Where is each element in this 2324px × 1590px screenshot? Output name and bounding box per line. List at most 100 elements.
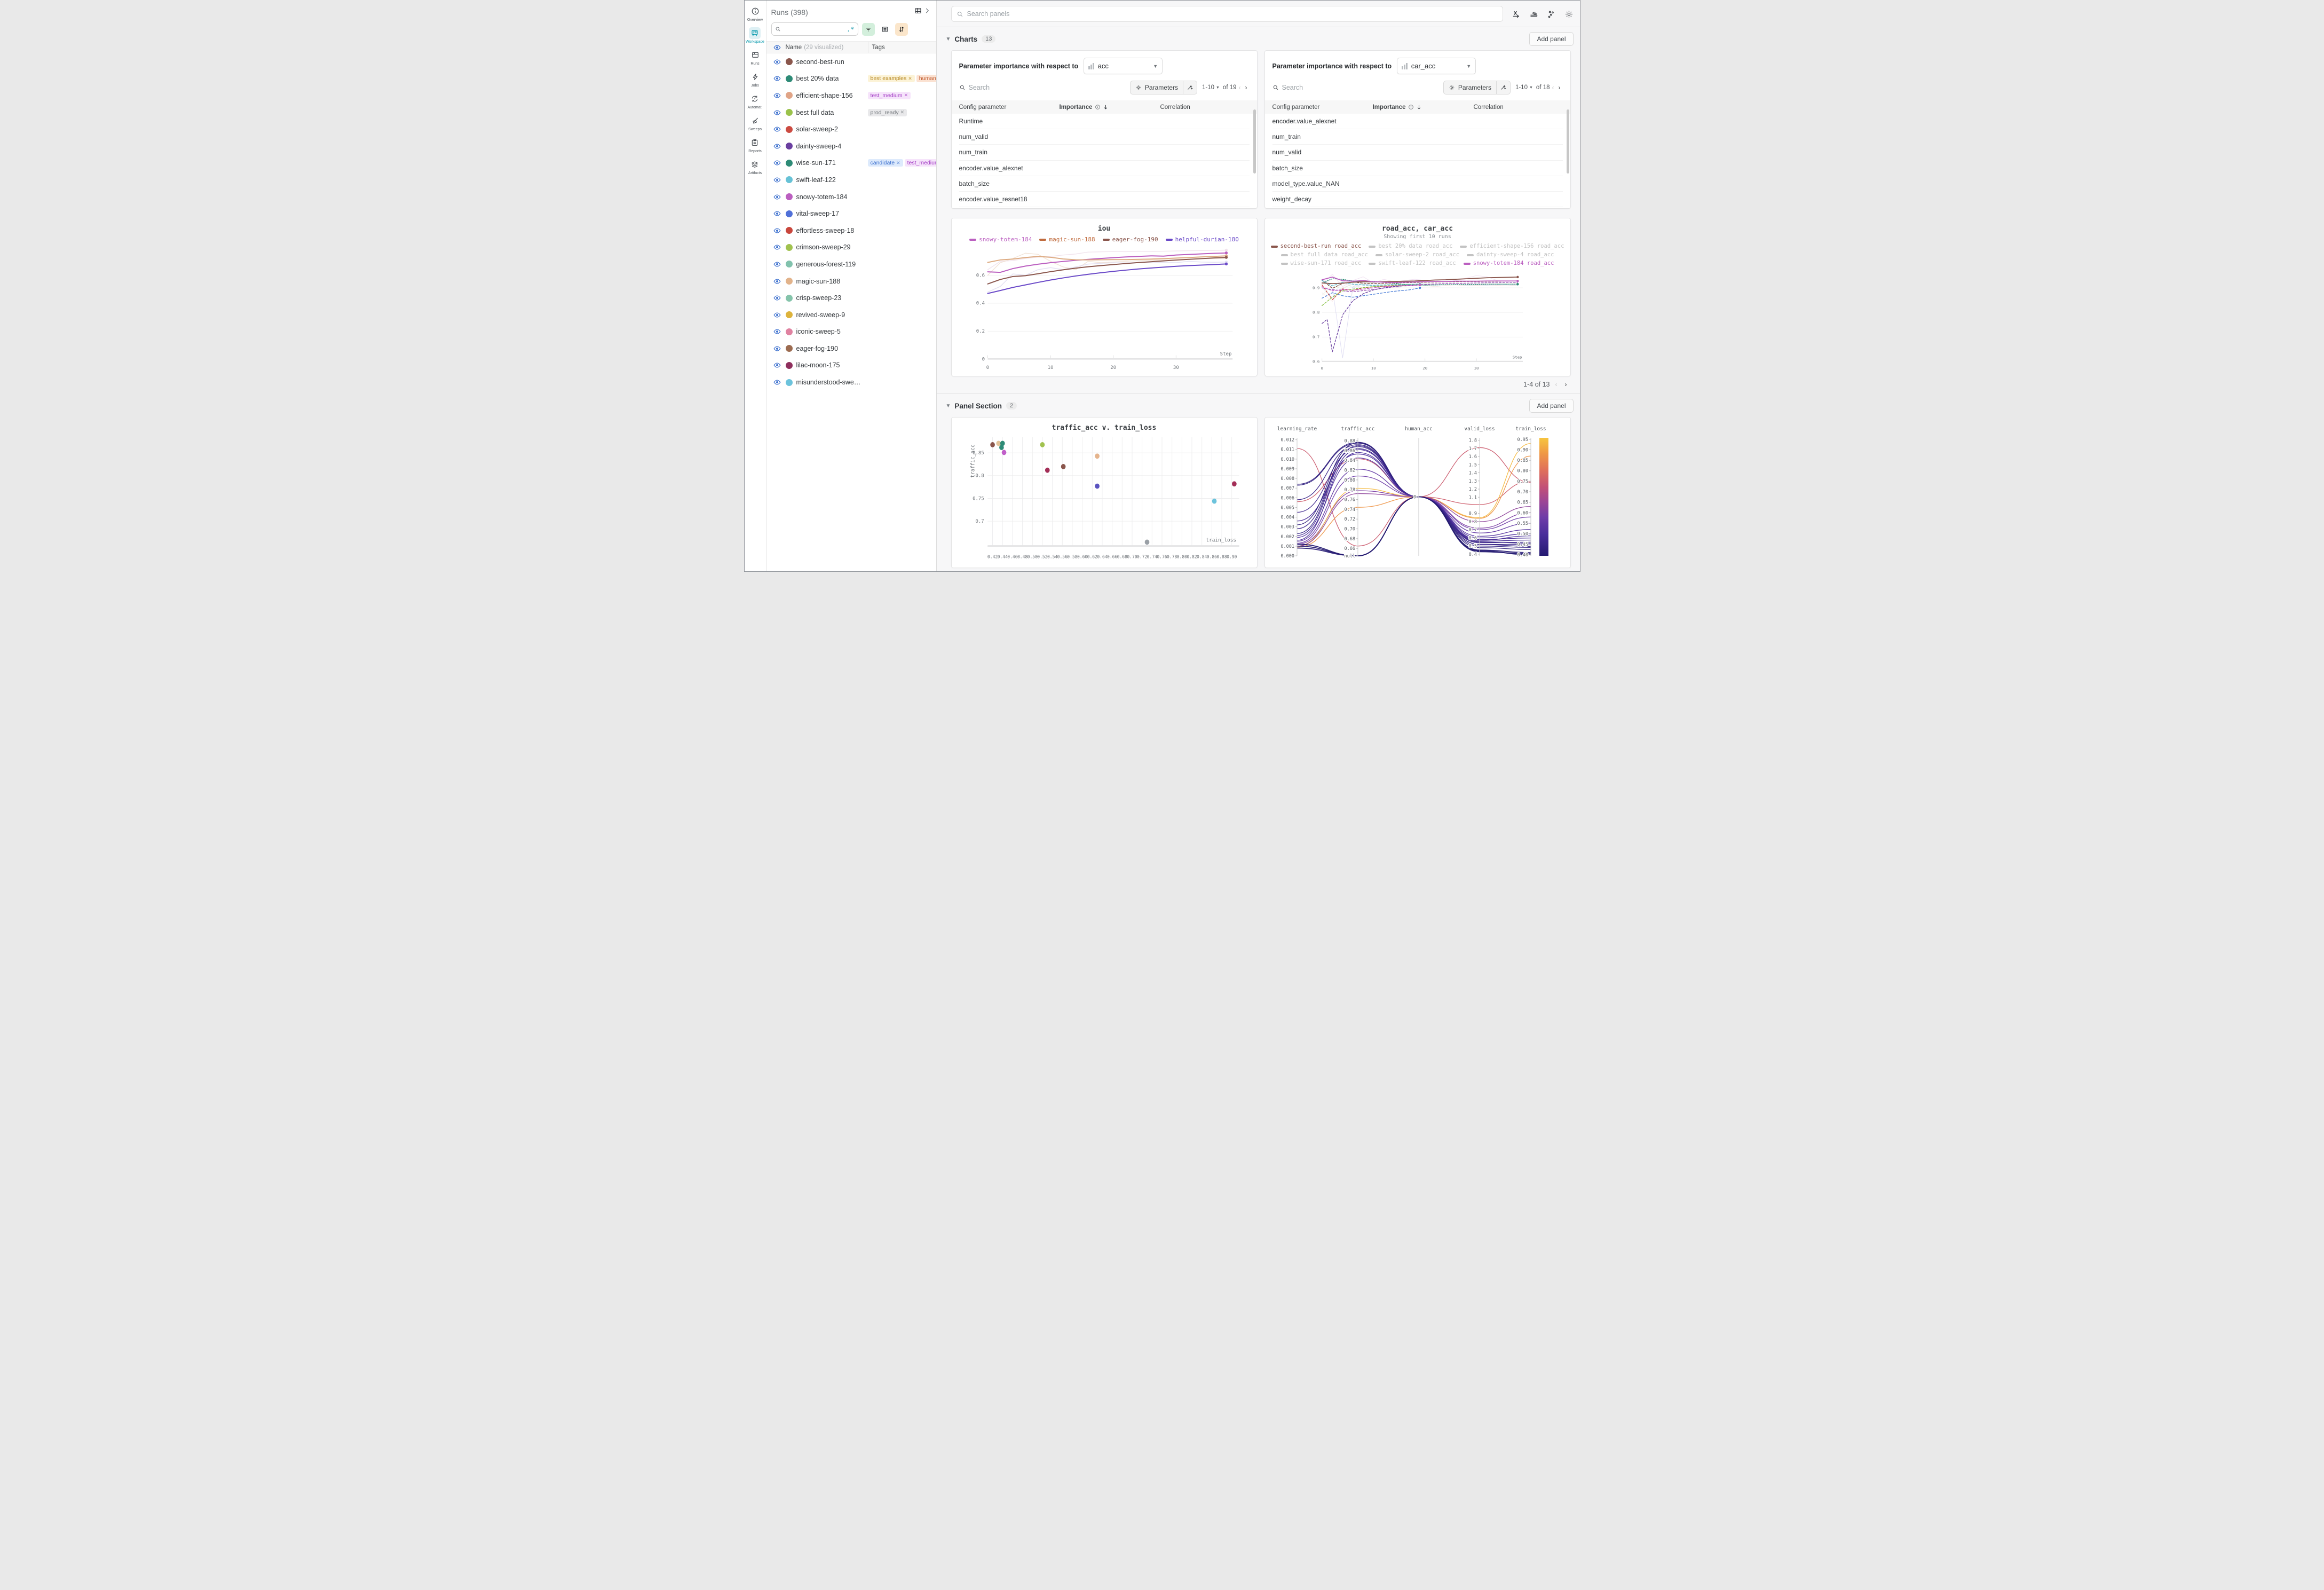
filter-runs-button[interactable] [862,23,875,36]
visibility-eye-icon[interactable] [773,361,781,369]
sidebar-item-automat[interactable]: Automat. [747,93,762,109]
sidebar-item-reports[interactable]: Reports [748,137,762,153]
add-panel-button[interactable]: Add panel [1529,32,1573,46]
visibility-eye-icon[interactable] [773,278,781,285]
run-row[interactable]: lilac-moon-175 [766,357,936,374]
run-name[interactable]: magic-sun-188 [796,278,841,285]
section-collapse-chevron-icon[interactable]: ▼ [946,36,951,42]
sidebar-item-artifacts[interactable]: Artifacts [748,159,762,175]
run-name[interactable]: efficient-shape-156 [796,92,853,99]
sidebar-item-workspace[interactable]: Workspace [746,27,764,44]
tag-close-icon[interactable]: ✕ [896,160,900,166]
run-row[interactable]: solar-sweep-2 [766,121,936,138]
run-name[interactable]: crimson-sweep-29 [796,243,851,251]
run-list-view-button[interactable] [879,23,891,36]
visibility-eye-icon[interactable] [773,44,781,51]
run-name[interactable]: dainty-sweep-4 [796,143,842,150]
runs-table-icon[interactable] [914,7,922,17]
run-name[interactable]: solar-sweep-2 [796,125,839,133]
importance-table-row[interactable]: weight_decay [1272,192,1563,207]
page-range[interactable]: 1-10 [1202,84,1214,91]
visibility-eye-icon[interactable] [773,210,781,217]
visibility-eye-icon[interactable] [773,109,781,116]
run-name[interactable]: vital-sweep-17 [796,210,840,217]
run-row[interactable]: generous-forest-119 [766,256,936,273]
sort-runs-button[interactable] [895,23,908,36]
panel-search-input[interactable]: Search panels [951,6,1503,22]
visibility-eye-icon[interactable] [773,227,781,234]
regex-toggle[interactable]: .* [847,26,854,33]
x-axis-settings-icon[interactable] [1512,10,1521,19]
run-name[interactable]: second-best-run [796,58,844,66]
legend-item[interactable]: magic-sun-188 [1039,235,1095,243]
visibility-eye-icon[interactable] [773,92,781,99]
sidebar-item-jobs[interactable]: Jobs [749,71,761,88]
run-name[interactable]: best full data [796,109,834,116]
run-name[interactable]: generous-forest-119 [796,261,856,268]
run-name[interactable]: iconic-sweep-5 [796,328,841,335]
run-row[interactable]: swift-leaf-122 [766,171,936,188]
run-name[interactable]: snowy-totem-184 [796,193,848,201]
legend-item[interactable]: eager-fog-190 [1103,235,1158,243]
run-name[interactable]: wise-sun-171 [796,159,836,167]
tag-chip[interactable]: humans✕ [916,75,936,82]
magic-wand-button[interactable] [1183,81,1197,94]
tags-column-header[interactable]: Tags [868,42,936,53]
run-row[interactable]: best full dataprod_ready✕ [766,104,936,121]
visibility-eye-icon[interactable] [773,58,781,66]
legend-item[interactable]: best full data road_acc [1281,251,1368,259]
run-row[interactable]: iconic-sweep-5 [766,324,936,341]
sidebar-item-overview[interactable]: Overview [747,5,763,22]
run-row[interactable]: eager-fog-190 [766,340,936,357]
section-collapse-chevron-icon[interactable]: ▼ [946,403,951,409]
legend-item[interactable]: snowy-totem-184 road_acc [1464,259,1554,267]
importance-table-row[interactable]: batch_size [1272,161,1563,176]
visibility-eye-icon[interactable] [773,125,781,133]
line-chart-panel-road-acc[interactable]: road_acc, car_acc Showing first 10 runs … [1264,218,1571,376]
run-row[interactable]: efficient-shape-156test_medium✕ [766,87,936,104]
run-name[interactable]: effortless-sweep-18 [796,227,855,234]
sidebar-expand-icon[interactable] [923,7,931,17]
tag-chip[interactable]: candidate✕ [868,159,903,167]
visibility-eye-icon[interactable] [773,345,781,352]
metric-select[interactable]: acc ▼ [1084,58,1163,74]
runs-search-input[interactable]: .* [771,22,858,36]
prev-page-chevron[interactable]: ‹ [1550,84,1556,91]
importance-search-input[interactable]: Search [1272,84,1303,91]
visibility-eye-icon[interactable] [773,311,781,319]
importance-table-row[interactable]: Runtime [959,114,1250,129]
next-page-chevron[interactable]: › [1556,84,1563,91]
visibility-eye-icon[interactable] [773,328,781,335]
run-name[interactable]: swift-leaf-122 [796,176,836,184]
visibility-eye-icon[interactable] [773,159,781,167]
next-page-chevron[interactable]: › [1563,381,1569,388]
importance-table-row[interactable]: encoder.value_resnet18 [959,192,1250,207]
metric-select[interactable]: car_acc ▼ [1397,58,1476,74]
importance-table-row[interactable]: num_valid [959,129,1250,145]
parameters-button[interactable]: Parameters [1131,81,1183,94]
importance-table-row[interactable]: batch_size [959,176,1250,192]
smoothing-iron-icon[interactable] [1529,10,1538,19]
run-name[interactable]: best 20% data [796,75,839,82]
settings-gear-icon[interactable] [1564,10,1574,19]
run-row[interactable]: dainty-sweep-4 [766,138,936,155]
tag-close-icon[interactable]: ✕ [900,109,905,115]
run-row[interactable]: second-best-run [766,53,936,70]
importance-table-row[interactable]: encoder.value_alexnet [1272,114,1563,129]
parallel-coordinates-panel[interactable]: learning_rate0.0120.0110.0100.0090.0080.… [1264,417,1571,568]
table-scrollbar[interactable] [1253,109,1256,174]
visibility-eye-icon[interactable] [773,143,781,150]
importance-table-row[interactable]: model_type.value_NAN [1272,176,1563,192]
importance-table-row[interactable]: encoder.value_alexnet [959,161,1250,176]
run-row[interactable]: revived-sweep-9 [766,306,936,324]
importance-table-row[interactable]: num_valid [1272,145,1563,160]
tag-close-icon[interactable]: ✕ [904,92,908,98]
prev-page-chevron[interactable]: ‹ [1237,84,1243,91]
visibility-eye-icon[interactable] [773,261,781,268]
run-row[interactable]: misunderstood-swe… [766,374,936,391]
table-scrollbar[interactable] [1567,109,1569,174]
run-name[interactable]: revived-sweep-9 [796,311,845,319]
importance-table-row[interactable]: num_train [959,145,1250,160]
legend-item[interactable]: best 20% data road_acc [1369,242,1452,250]
visibility-eye-icon[interactable] [773,193,781,201]
